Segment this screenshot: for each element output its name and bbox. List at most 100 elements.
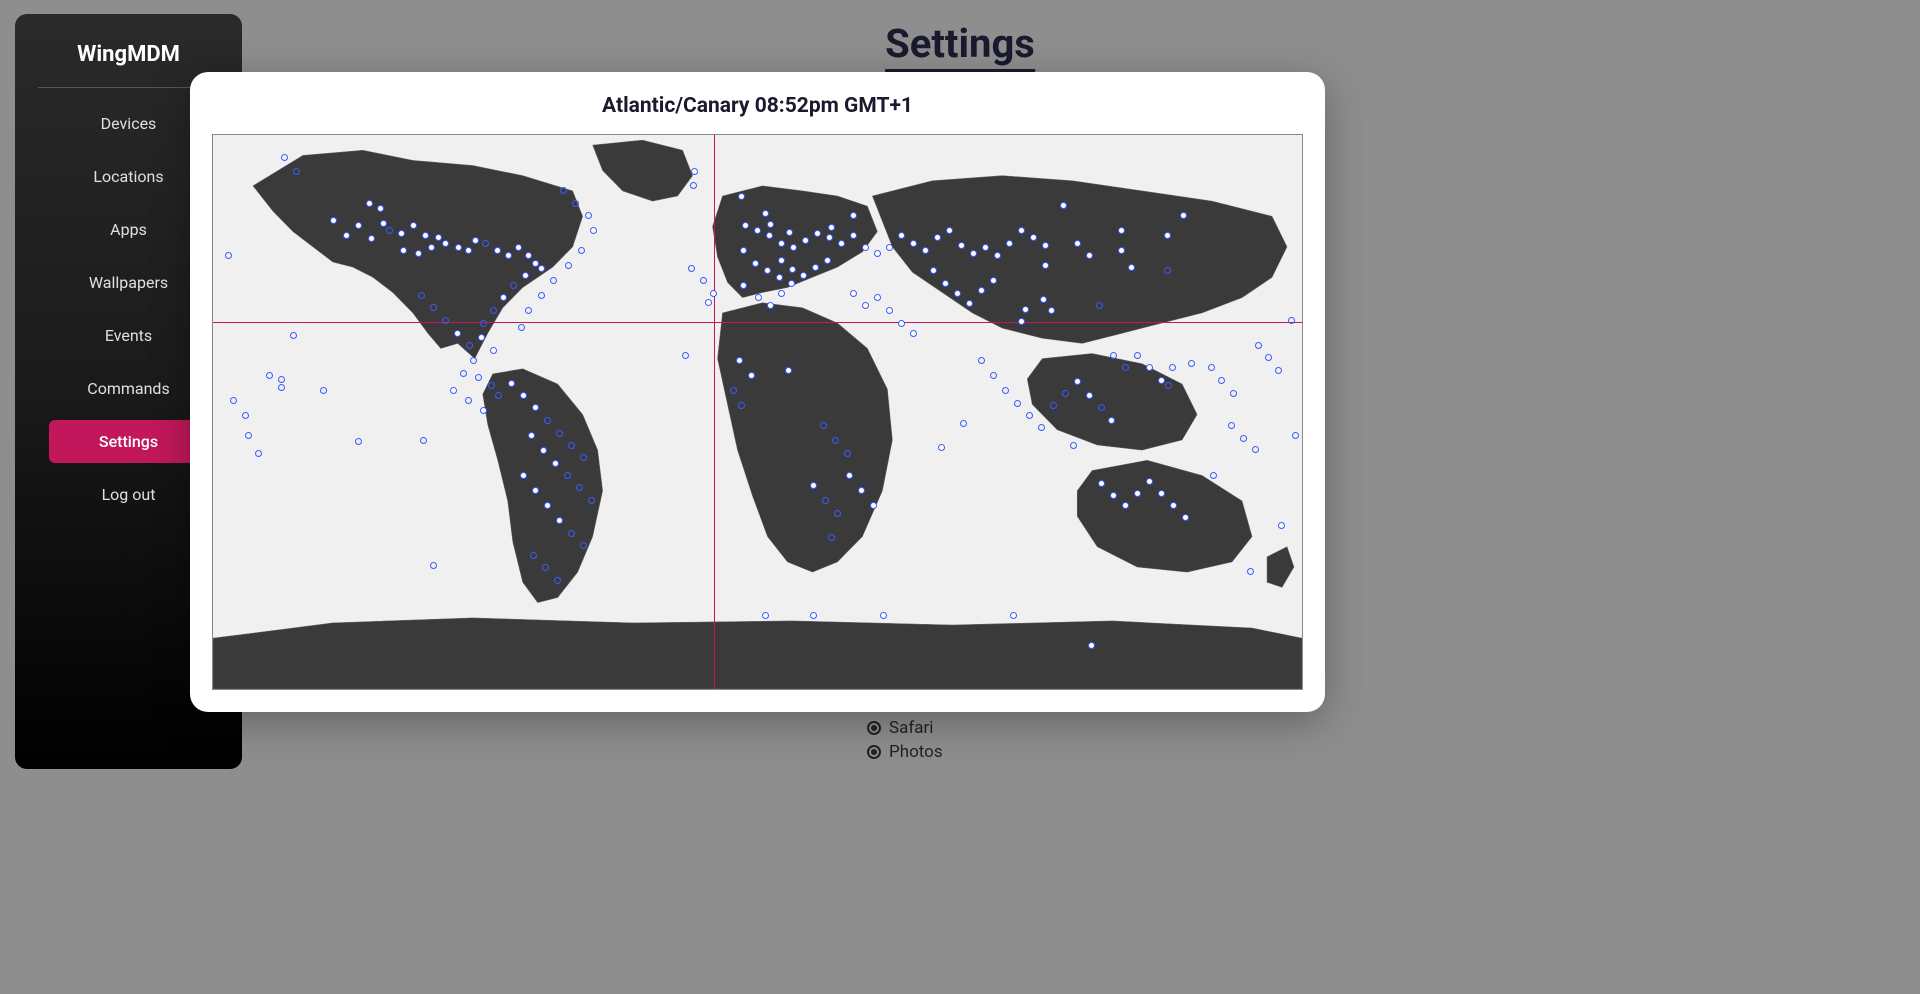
timezone-marker[interactable] (368, 235, 375, 242)
timezone-marker[interactable] (565, 262, 572, 269)
timezone-marker[interactable] (281, 154, 288, 161)
timezone-marker[interactable] (810, 612, 817, 619)
timezone-marker[interactable] (278, 384, 285, 391)
world-map[interactable] (212, 134, 1303, 690)
timezone-marker[interactable] (910, 330, 917, 337)
timezone-marker[interactable] (1088, 642, 1095, 649)
timezone-marker[interactable] (475, 374, 482, 381)
timezone-marker[interactable] (1265, 354, 1272, 361)
timezone-marker[interactable] (930, 267, 937, 274)
timezone-marker[interactable] (1158, 377, 1165, 384)
timezone-marker[interactable] (460, 370, 467, 377)
timezone-marker[interactable] (802, 237, 809, 244)
timezone-marker[interactable] (705, 299, 712, 306)
timezone-marker[interactable] (740, 247, 747, 254)
sidebar-item-events[interactable]: Events (49, 314, 208, 357)
timezone-marker[interactable] (470, 357, 477, 364)
timezone-marker[interactable] (542, 564, 549, 571)
timezone-marker[interactable] (525, 307, 532, 314)
timezone-marker[interactable] (767, 221, 774, 228)
timezone-marker[interactable] (420, 437, 427, 444)
timezone-marker[interactable] (886, 244, 893, 251)
timezone-marker[interactable] (812, 264, 819, 271)
timezone-marker[interactable] (938, 444, 945, 451)
timezone-marker[interactable] (942, 280, 949, 287)
timezone-marker[interactable] (862, 302, 869, 309)
timezone-marker[interactable] (343, 232, 350, 239)
timezone-marker[interactable] (428, 244, 435, 251)
timezone-marker[interactable] (1014, 400, 1021, 407)
timezone-marker[interactable] (982, 244, 989, 251)
timezone-marker[interactable] (1146, 478, 1153, 485)
timezone-marker[interactable] (762, 210, 769, 217)
timezone-marker[interactable] (766, 232, 773, 239)
timezone-marker[interactable] (874, 250, 881, 257)
timezone-marker[interactable] (1218, 377, 1225, 384)
timezone-marker[interactable] (1169, 364, 1176, 371)
timezone-marker[interactable] (832, 437, 839, 444)
timezone-marker[interactable] (778, 240, 785, 247)
timezone-marker[interactable] (1228, 422, 1235, 429)
timezone-marker[interactable] (1122, 364, 1129, 371)
timezone-marker[interactable] (1208, 364, 1215, 371)
timezone-marker[interactable] (748, 372, 755, 379)
timezone-marker[interactable] (1050, 402, 1057, 409)
timezone-marker[interactable] (245, 432, 252, 439)
timezone-marker[interactable] (682, 352, 689, 359)
timezone-marker[interactable] (690, 182, 697, 189)
timezone-marker[interactable] (525, 252, 532, 259)
timezone-marker[interactable] (490, 347, 497, 354)
timezone-marker[interactable] (978, 287, 985, 294)
timezone-marker[interactable] (820, 422, 827, 429)
timezone-marker[interactable] (1070, 442, 1077, 449)
timezone-marker[interactable] (465, 397, 472, 404)
timezone-marker[interactable] (1252, 446, 1259, 453)
timezone-marker[interactable] (1182, 514, 1189, 521)
timezone-marker[interactable] (1240, 435, 1247, 442)
timezone-marker[interactable] (776, 274, 783, 281)
timezone-marker[interactable] (742, 222, 749, 229)
timezone-marker[interactable] (850, 290, 857, 297)
timezone-marker[interactable] (255, 450, 262, 457)
timezone-marker[interactable] (788, 280, 795, 287)
timezone-marker[interactable] (990, 372, 997, 379)
timezone-marker[interactable] (754, 227, 761, 234)
timezone-marker[interactable] (850, 232, 857, 239)
timezone-marker[interactable] (736, 357, 743, 364)
timezone-marker[interactable] (450, 387, 457, 394)
timezone-marker[interactable] (858, 487, 865, 494)
timezone-marker[interactable] (898, 232, 905, 239)
timezone-marker[interactable] (1098, 404, 1105, 411)
timezone-marker[interactable] (386, 227, 393, 234)
timezone-marker[interactable] (538, 292, 545, 299)
timezone-marker[interactable] (1288, 317, 1295, 324)
timezone-marker[interactable] (1074, 378, 1081, 385)
timezone-marker[interactable] (922, 247, 929, 254)
timezone-marker[interactable] (572, 200, 579, 207)
timezone-marker[interactable] (442, 240, 449, 247)
timezone-marker[interactable] (400, 247, 407, 254)
timezone-marker[interactable] (1030, 234, 1037, 241)
timezone-marker[interactable] (585, 212, 592, 219)
timezone-marker[interactable] (862, 244, 869, 251)
timezone-marker[interactable] (430, 562, 437, 569)
app-radio-safari[interactable]: Safari (867, 718, 943, 738)
timezone-marker[interactable] (1134, 490, 1141, 497)
timezone-marker[interactable] (454, 330, 461, 337)
timezone-marker[interactable] (834, 510, 841, 517)
timezone-marker[interactable] (1002, 387, 1009, 394)
timezone-marker[interactable] (958, 242, 965, 249)
timezone-marker[interactable] (1275, 367, 1282, 374)
timezone-marker[interactable] (1255, 342, 1262, 349)
timezone-marker[interactable] (1108, 417, 1115, 424)
timezone-marker[interactable] (1165, 382, 1172, 389)
timezone-marker[interactable] (1086, 252, 1093, 259)
timezone-marker[interactable] (1098, 480, 1105, 487)
timezone-marker[interactable] (510, 282, 517, 289)
timezone-marker[interactable] (764, 267, 771, 274)
timezone-marker[interactable] (800, 272, 807, 279)
timezone-marker[interactable] (1042, 262, 1049, 269)
sidebar-item-logout[interactable]: Log out (49, 473, 208, 516)
timezone-marker[interactable] (1122, 502, 1129, 509)
timezone-marker[interactable] (1247, 568, 1254, 575)
